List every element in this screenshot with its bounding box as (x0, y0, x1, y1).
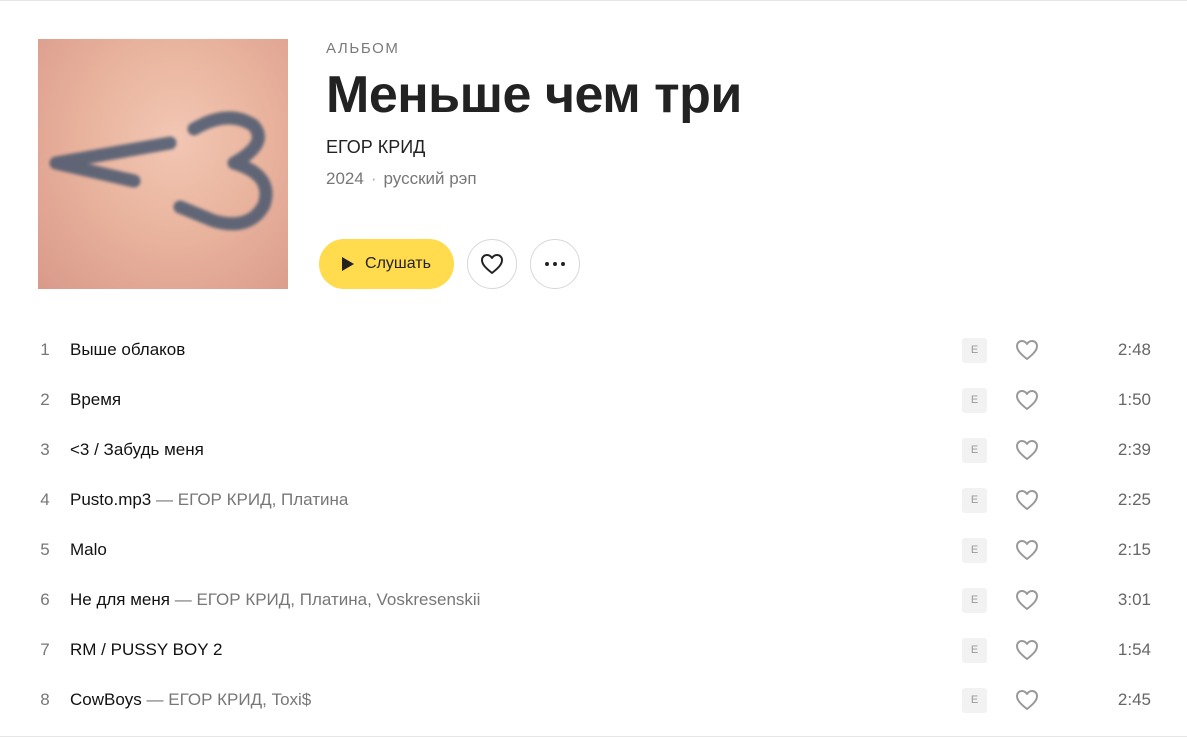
separator-dot: · (370, 169, 377, 188)
track-title[interactable]: Выше облаков (70, 340, 185, 360)
heart-icon[interactable] (1014, 387, 1040, 413)
table-row[interactable]: 8 CowBoys — ЕГОР КРИД, Toxi$ E 2:45 (0, 675, 1187, 725)
album-artist-link[interactable]: ЕГОР КРИД (326, 135, 742, 159)
page-title: Меньше чем три (326, 66, 742, 124)
track-duration: 2:25 (1117, 490, 1151, 509)
track-title-text: Не для меня (70, 590, 170, 609)
album-info: 2024 · русский рэп (326, 168, 742, 190)
track-duration: 2:15 (1117, 540, 1151, 559)
track-title-text: Выше облаков (70, 340, 186, 359)
more-options-button[interactable] (530, 239, 580, 289)
explicit-badge: E (962, 637, 987, 663)
table-row[interactable]: 1 Выше облаков E 2:48 (0, 325, 1187, 375)
album-cover[interactable]: <3 (38, 39, 288, 289)
track-list: 1 Выше облаков E 2:48 2 Время E 1:50 3 <… (0, 325, 1187, 725)
heart-icon[interactable] (1014, 687, 1040, 713)
track-duration: 1:50 (1117, 390, 1151, 409)
album-genre-link[interactable]: русский рэп (384, 169, 477, 188)
track-title-text: CowBoys (70, 690, 142, 709)
track-duration: 2:48 (1117, 340, 1151, 359)
explicit-badge: E (962, 437, 987, 463)
heart-icon[interactable] (1014, 537, 1040, 563)
album-type-label: АЛЬБОМ (326, 40, 400, 57)
track-title[interactable]: <3 / Забудь меня (70, 440, 204, 460)
track-title[interactable]: Malo (70, 540, 107, 560)
track-artists[interactable]: ЕГОР КРИД, Toxi$ (168, 690, 311, 709)
heart-icon[interactable] (1014, 437, 1040, 463)
table-row[interactable]: 3 <3 / Забудь меня E 2:39 (0, 425, 1187, 475)
album-meta: АЛЬБОМ Меньше чем три ЕГОР КРИД 2024 · рус… (326, 39, 742, 190)
heart-icon[interactable] (1014, 487, 1040, 513)
track-title-text: Malo (70, 540, 107, 559)
album-actions: Слушать (319, 239, 580, 289)
explicit-badge: E (962, 387, 987, 413)
track-title[interactable]: RM / PUSSY BOY 2 (70, 640, 222, 660)
explicit-badge: E (962, 687, 987, 713)
heart-icon[interactable] (1014, 637, 1040, 663)
track-duration: 3:01 (1117, 590, 1151, 609)
more-dots-icon (545, 262, 565, 266)
track-title[interactable]: CowBoys — ЕГОР КРИД, Toxi$ (70, 690, 311, 710)
table-row[interactable]: 7 RM / PUSSY BOY 2 E 1:54 (0, 625, 1187, 675)
explicit-badge: E (962, 587, 987, 613)
track-number: 5 (40, 540, 50, 559)
cover-art-image (49, 111, 273, 231)
track-number: 4 (40, 490, 50, 509)
track-artists[interactable]: ЕГОР КРИД, Платина, Voskresenskii (196, 590, 480, 609)
album-year: 2024 (326, 169, 364, 188)
track-title-text: Время (70, 390, 122, 409)
track-title-text: RM / PUSSY BOY 2 (70, 640, 223, 659)
explicit-badge: E (962, 337, 987, 363)
track-duration: 2:45 (1117, 690, 1151, 709)
table-row[interactable]: 5 Malo E 2:15 (0, 525, 1187, 575)
table-row[interactable]: 2 Время E 1:50 (0, 375, 1187, 425)
track-artists[interactable]: ЕГОР КРИД, Платина (178, 490, 349, 509)
track-number: 6 (40, 590, 50, 609)
table-row[interactable]: 6 Не для меня — ЕГОР КРИД, Платина, Vosk… (0, 575, 1187, 625)
track-number: 3 (40, 440, 50, 459)
track-number: 7 (40, 640, 50, 659)
track-artists-dash: — (156, 490, 173, 509)
track-title-text: <3 / Забудь меня (70, 440, 204, 459)
track-artists-dash: — (146, 690, 164, 709)
track-artists-dash: — (174, 590, 192, 609)
explicit-badge: E (962, 487, 987, 513)
track-duration: 1:54 (1117, 640, 1151, 659)
track-title[interactable]: Pusto.mp3 — ЕГОР КРИД, Платина (70, 490, 348, 510)
track-number: 1 (40, 340, 50, 359)
play-button[interactable]: Слушать (319, 239, 454, 289)
track-title[interactable]: Время (70, 390, 121, 410)
track-title[interactable]: Не для меня — ЕГОР КРИД, Платина, Voskre… (70, 590, 480, 610)
track-number: 8 (40, 690, 50, 709)
play-button-label: Слушать (365, 255, 431, 272)
heart-icon[interactable] (1014, 587, 1040, 613)
play-icon (342, 257, 355, 271)
track-title-text: Pusto.mp3 (70, 490, 152, 509)
track-duration: 2:39 (1117, 440, 1151, 459)
table-row[interactable]: 4 Pusto.mp3 — ЕГОР КРИД, Платина E 2:25 (0, 475, 1187, 525)
heart-icon (481, 254, 503, 274)
heart-icon[interactable] (1014, 337, 1040, 363)
like-album-button[interactable] (467, 239, 517, 289)
track-number: 2 (40, 390, 50, 409)
explicit-badge: E (962, 537, 987, 563)
